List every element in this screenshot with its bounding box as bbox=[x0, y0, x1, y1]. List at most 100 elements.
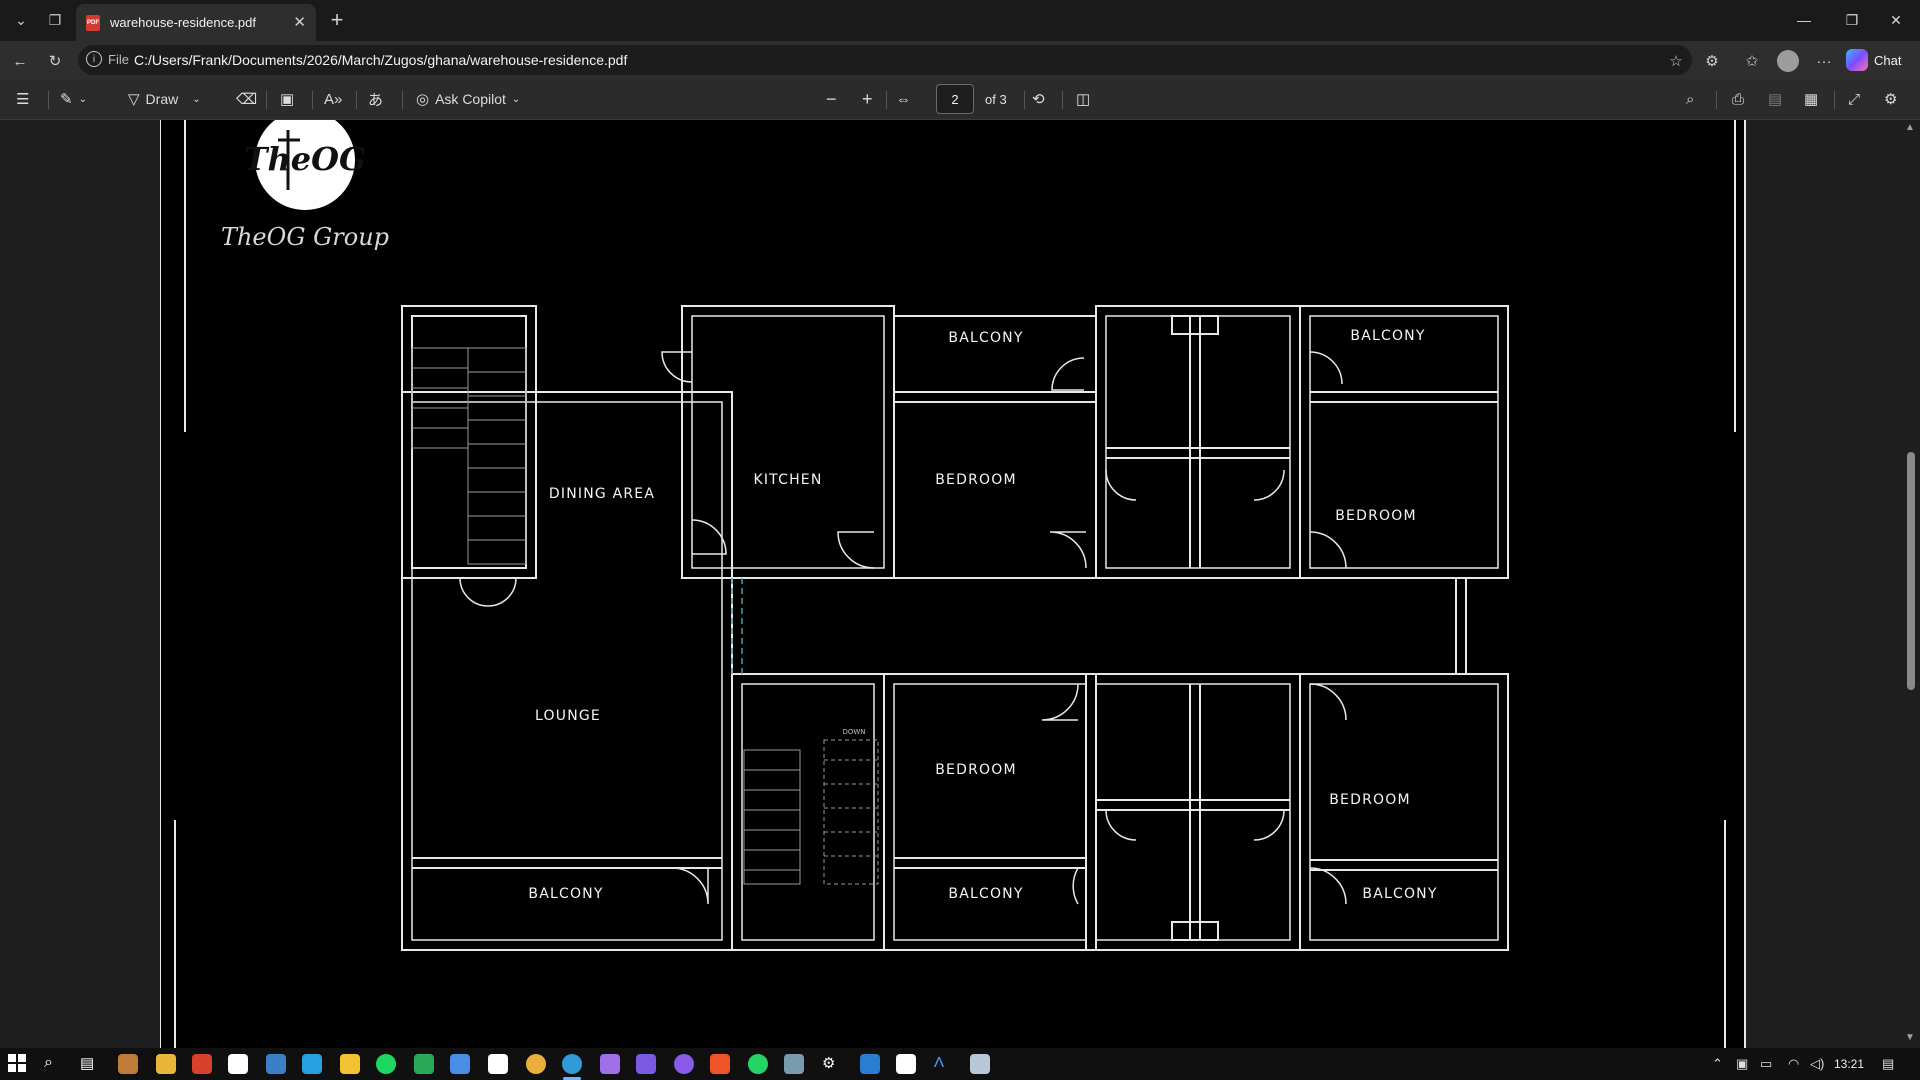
page-view-icon[interactable]: ◫ bbox=[1076, 87, 1090, 111]
rotate-icon[interactable]: ⟲ bbox=[1032, 87, 1045, 111]
chevron-down-icon: ⌄ bbox=[78, 93, 87, 105]
toolbar-divider bbox=[1062, 91, 1063, 109]
app-icon[interactable] bbox=[340, 1054, 360, 1074]
file-explorer-icon[interactable] bbox=[156, 1054, 176, 1074]
save-icon[interactable]: ▤ bbox=[1768, 87, 1782, 111]
tab-active[interactable]: PDF warehouse-residence.pdf ✕ bbox=[76, 4, 316, 41]
fit-page-icon[interactable]: ⇔ bbox=[896, 87, 911, 111]
address-bar[interactable]: i File C:/Users/Frank/Documents/2026/Mar… bbox=[78, 45, 1692, 75]
notepad-icon[interactable] bbox=[970, 1054, 990, 1074]
app-icon[interactable] bbox=[784, 1054, 804, 1074]
url-text[interactable]: C:/Users/Frank/Documents/2026/March/Zugo… bbox=[134, 52, 627, 68]
back-icon[interactable]: ← bbox=[8, 50, 32, 72]
page-number-input[interactable] bbox=[936, 84, 974, 114]
chat-button[interactable]: Chat bbox=[1846, 47, 1901, 73]
volume-icon[interactable]: ◁) bbox=[1810, 1056, 1824, 1072]
app-icon[interactable] bbox=[450, 1054, 470, 1074]
refresh-icon[interactable]: ↻ bbox=[43, 50, 67, 72]
app-icon[interactable] bbox=[896, 1054, 916, 1074]
dashed-guideline bbox=[731, 578, 743, 674]
app-icon[interactable] bbox=[192, 1054, 212, 1074]
scroll-up-icon[interactable]: ▲ bbox=[1905, 122, 1915, 133]
app-icon[interactable] bbox=[414, 1054, 434, 1074]
workspaces-icon[interactable]: ❐ bbox=[40, 6, 70, 34]
search-icon[interactable]: ⌕ bbox=[44, 1054, 64, 1074]
read-aloud-icon[interactable]: A» bbox=[324, 87, 342, 111]
draw-button[interactable]: ▽ Draw ⌄ bbox=[128, 87, 201, 111]
zoom-in-icon[interactable]: + bbox=[862, 87, 873, 111]
vertical-scrollbar[interactable]: ▲ ▼ bbox=[1902, 120, 1920, 1048]
draw-label: Draw bbox=[145, 91, 179, 107]
start-icon[interactable] bbox=[8, 1054, 28, 1074]
brave-icon[interactable] bbox=[710, 1054, 730, 1074]
scroll-thumb[interactable] bbox=[1907, 452, 1915, 690]
label-balcony-bottom-3: BALCONY bbox=[1362, 886, 1437, 902]
favorite-star-icon[interactable]: ☆ bbox=[1664, 50, 1688, 72]
toolbar-divider bbox=[1716, 91, 1717, 109]
chrome-icon[interactable] bbox=[526, 1054, 546, 1074]
contents-icon[interactable]: ☰ bbox=[16, 87, 29, 111]
app-icon[interactable] bbox=[118, 1054, 138, 1074]
close-window-icon[interactable]: ✕ bbox=[1874, 8, 1918, 32]
eraser-icon[interactable]: ⌫ bbox=[236, 87, 257, 111]
scheme-label: File bbox=[108, 52, 129, 67]
fullscreen-icon[interactable]: ⤢ bbox=[1848, 87, 1860, 111]
app-icon[interactable] bbox=[302, 1054, 322, 1074]
app-icon[interactable] bbox=[600, 1054, 620, 1074]
settings-gear-icon[interactable]: ⚙ bbox=[1884, 87, 1897, 111]
print-icon[interactable]: ⎙ bbox=[1732, 87, 1744, 111]
ask-copilot-button[interactable]: ◎ Ask Copilot ⌄ bbox=[416, 87, 520, 111]
copilot-icon bbox=[1846, 49, 1868, 71]
app-icon[interactable] bbox=[636, 1054, 656, 1074]
label-bedroom-bottom-2: BEDROOM bbox=[1329, 792, 1410, 808]
text-box-icon[interactable]: ▣ bbox=[280, 87, 294, 111]
zoom-out-icon[interactable]: − bbox=[826, 87, 837, 111]
pdf-icon: PDF bbox=[86, 14, 100, 31]
wifi-icon[interactable]: ◠ bbox=[1788, 1056, 1799, 1072]
door-swings bbox=[459, 351, 1347, 905]
profile-avatar[interactable] bbox=[1776, 50, 1800, 72]
copilot-outline-icon: ◎ bbox=[416, 91, 430, 108]
label-dining-area: DINING AREA bbox=[549, 486, 655, 502]
battery-icon[interactable]: ▭ bbox=[1760, 1056, 1772, 1072]
notifications-icon[interactable]: ▤ bbox=[1882, 1056, 1894, 1072]
edge-icon[interactable] bbox=[562, 1054, 582, 1074]
spotify-icon[interactable] bbox=[376, 1054, 396, 1074]
restore-icon[interactable]: ❐ bbox=[1830, 8, 1874, 32]
label-balcony-top-2: BALCONY bbox=[1350, 328, 1425, 344]
app-icon[interactable]: Λ bbox=[934, 1054, 954, 1074]
app-icon[interactable] bbox=[266, 1054, 286, 1074]
brand-script: TheOG Group bbox=[221, 223, 389, 251]
tab-close-icon[interactable]: ✕ bbox=[293, 13, 306, 31]
label-bedroom-top-2: BEDROOM bbox=[1335, 508, 1416, 524]
translate-icon[interactable]: あ bbox=[368, 87, 383, 111]
task-view-icon[interactable]: ▤ bbox=[80, 1054, 100, 1074]
app-icon[interactable] bbox=[488, 1054, 508, 1074]
favorites-icon[interactable]: ✩ bbox=[1740, 50, 1764, 72]
minimize-icon[interactable]: — bbox=[1782, 8, 1826, 32]
theog-logo: TheOG TheOG Group bbox=[221, 120, 389, 251]
app-icon[interactable] bbox=[228, 1054, 248, 1074]
search-icon[interactable]: ⌕ bbox=[1686, 87, 1694, 111]
chevron-up-icon[interactable]: ⌃ bbox=[1712, 1056, 1723, 1072]
whatsapp-icon[interactable] bbox=[748, 1054, 768, 1074]
settings-gear-icon[interactable]: ⚙ bbox=[822, 1054, 842, 1074]
app-icon[interactable] bbox=[674, 1054, 694, 1074]
toolbar-divider bbox=[886, 91, 887, 109]
highlighter-icon: ✎ bbox=[60, 91, 73, 108]
label-lounge: LOUNGE bbox=[535, 708, 601, 724]
logo-text: TheOG bbox=[244, 140, 367, 178]
scroll-down-icon[interactable]: ▼ bbox=[1905, 1032, 1915, 1043]
clock[interactable]: 13:21 bbox=[1834, 1057, 1864, 1071]
highlight-button[interactable]: ✎ ⌄ bbox=[60, 87, 87, 111]
tray-icon[interactable]: ▣ bbox=[1736, 1056, 1748, 1072]
word-icon[interactable] bbox=[860, 1054, 880, 1074]
toolbar-divider bbox=[356, 91, 357, 109]
tab-actions-icon[interactable]: ⌄ bbox=[6, 6, 36, 34]
site-info-icon[interactable]: i bbox=[86, 51, 102, 67]
new-tab-button[interactable]: + bbox=[322, 6, 352, 34]
pdf-viewer[interactable]: TheOG TheOG Group DINING AREA KITCHEN BA… bbox=[0, 120, 1920, 1048]
more-icon[interactable]: ··· bbox=[1812, 50, 1836, 72]
save-as-icon[interactable]: ▦ bbox=[1804, 87, 1818, 111]
extensions-icon[interactable]: ⚙ bbox=[1700, 50, 1724, 72]
